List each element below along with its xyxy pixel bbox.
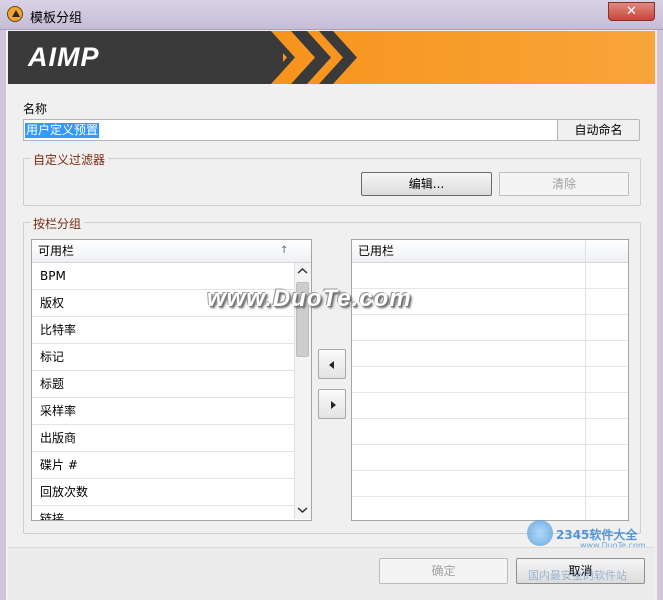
- list-item[interactable]: 回放次数: [32, 479, 311, 506]
- group-by-columns-title: 按栏分组: [30, 215, 85, 232]
- ok-button[interactable]: 确定: [379, 558, 508, 584]
- aimp-logo: AIMP: [28, 42, 100, 72]
- used-columns-divider: [585, 240, 586, 520]
- name-input[interactable]: [23, 119, 558, 141]
- list-item[interactable]: 出版商: [32, 425, 311, 452]
- window-title: 模板分组: [30, 11, 83, 26]
- close-button[interactable]: ✕: [608, 2, 655, 21]
- list-item[interactable]: 标记: [32, 344, 311, 371]
- title-bar: [0, 0, 663, 30]
- auto-name-button[interactable]: 自动命名: [557, 119, 640, 141]
- name-label: 名称: [23, 102, 48, 116]
- custom-filter-title: 自定义过滤器: [30, 151, 109, 168]
- banner-chevrons-icon: [263, 31, 357, 84]
- list-item[interactable]: 标题: [32, 371, 311, 398]
- available-columns-list[interactable]: 可用栏 ↑ BPM 版权 比特率 标记 标题 采样率 出版商 碟片 # 回放次数…: [31, 239, 312, 521]
- corner-watermark-subtitle: 国内最安全的软件站: [528, 569, 627, 582]
- available-columns-header-label: 可用栏: [38, 244, 75, 258]
- list-item[interactable]: 比特率: [32, 317, 311, 344]
- arrow-left-icon: [329, 361, 334, 369]
- edit-filter-button[interactable]: 编辑...: [361, 172, 492, 196]
- aimp-banner: AIMP: [8, 31, 655, 84]
- sort-arrow-icon: ↑: [280, 245, 289, 256]
- clear-filter-button[interactable]: 清除: [499, 172, 629, 196]
- list-item[interactable]: 采样率: [32, 398, 311, 425]
- used-columns-header-label: 已用栏: [358, 244, 395, 258]
- available-columns-header[interactable]: 可用栏 ↑: [32, 240, 311, 263]
- aimp-app-icon[interactable]: [7, 6, 23, 22]
- move-right-button[interactable]: [318, 389, 346, 419]
- name-input-value: 用户定义预置: [25, 123, 100, 138]
- scroll-down-icon[interactable]: [296, 505, 309, 515]
- window-frame-right: [657, 30, 663, 600]
- duote-watermark: www.DuoTe.com: [207, 285, 412, 312]
- move-left-button[interactable]: [318, 349, 346, 379]
- list-item[interactable]: 碟片 #: [32, 452, 311, 479]
- used-columns-list[interactable]: 已用栏: [351, 239, 629, 521]
- arrow-right-icon: [331, 401, 336, 409]
- list-item[interactable]: 链接: [32, 506, 311, 520]
- used-columns-header[interactable]: 已用栏: [352, 240, 628, 263]
- 2345-mascot-icon: [527, 520, 553, 546]
- scroll-up-icon[interactable]: [296, 266, 309, 276]
- window-frame-left: [0, 30, 6, 600]
